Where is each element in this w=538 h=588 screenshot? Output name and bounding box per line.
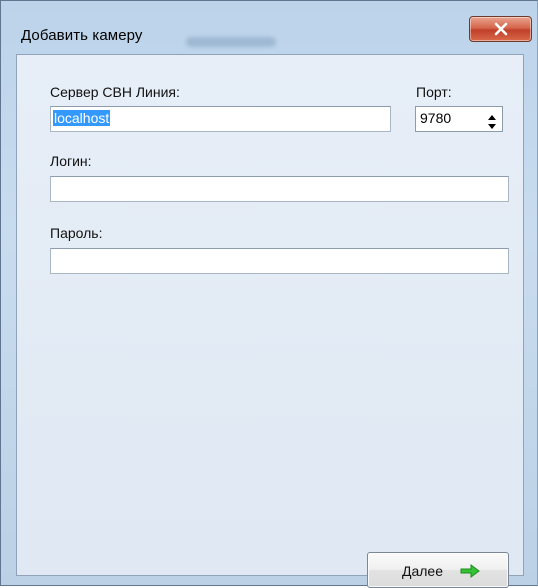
login-label: Логин:	[50, 153, 92, 169]
password-input[interactable]	[50, 248, 509, 274]
close-button[interactable]	[469, 16, 532, 42]
spin-down-icon	[488, 124, 496, 129]
next-button[interactable]: Далее	[367, 552, 509, 588]
port-spinner[interactable]: 9780	[415, 106, 503, 132]
server-input[interactable]: localhost	[50, 106, 391, 132]
port-value: 9780	[420, 110, 452, 126]
port-spinner-buttons	[484, 109, 500, 129]
login-input[interactable]	[50, 176, 509, 202]
arrow-right-icon	[460, 564, 480, 578]
next-button-label: Далее	[402, 563, 444, 579]
close-x-icon	[494, 22, 508, 36]
add-camera-dialog: Добавить камеру Сервер СВН Линия: localh…	[0, 0, 538, 588]
title-bar[interactable]: Добавить камеру	[1, 1, 537, 53]
password-label: Пароль:	[50, 225, 103, 241]
server-input-value: localhost	[53, 110, 111, 126]
port-label: Порт:	[416, 84, 452, 100]
spin-up-button[interactable]	[484, 109, 500, 120]
spin-down-button[interactable]	[484, 119, 500, 129]
window-title: Добавить камеру	[21, 27, 143, 44]
server-label: Сервер СВН Линия:	[50, 84, 180, 100]
dialog-content: Сервер СВН Линия: localhost Порт: 9780 Л…	[16, 54, 524, 588]
title-bar-blur	[186, 37, 276, 47]
